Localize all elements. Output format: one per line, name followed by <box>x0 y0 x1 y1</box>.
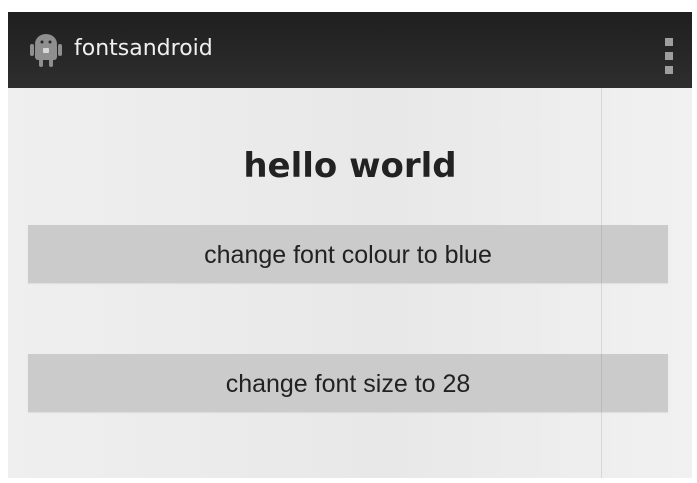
android-icon <box>24 26 68 70</box>
action-bar: fontsandroid <box>8 12 692 88</box>
hello-world-text: hello world <box>243 146 457 186</box>
app-screen: fontsandroid hello world change font col… <box>8 12 692 478</box>
change-font-colour-button[interactable]: change font colour to blue <box>28 225 668 283</box>
overflow-menu-icon[interactable] <box>664 38 674 74</box>
main-content: hello world change font colour to blue c… <box>8 88 692 478</box>
app-title: fontsandroid <box>74 36 213 61</box>
change-font-size-button[interactable]: change font size to 28 <box>28 354 668 412</box>
screen-edge-divider <box>601 88 602 478</box>
